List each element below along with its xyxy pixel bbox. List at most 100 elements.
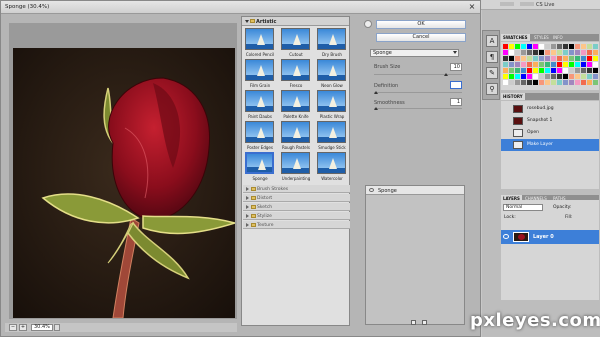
zoom-out-button[interactable]: − xyxy=(9,324,17,331)
color-swatch[interactable] xyxy=(593,80,598,85)
color-swatch[interactable] xyxy=(569,68,574,73)
color-swatch[interactable] xyxy=(527,80,532,85)
color-swatch[interactable] xyxy=(587,50,592,55)
color-swatch[interactable] xyxy=(503,50,508,55)
history-item[interactable]: Open xyxy=(501,127,599,139)
color-swatch[interactable] xyxy=(587,56,592,61)
color-swatch[interactable] xyxy=(563,80,568,85)
color-swatch[interactable] xyxy=(539,74,544,79)
category-artistic[interactable]: Artistic xyxy=(242,17,349,26)
smoothness-field[interactable]: 1 xyxy=(450,98,462,106)
color-swatch[interactable] xyxy=(557,44,562,49)
color-swatch[interactable] xyxy=(581,68,586,73)
color-swatch[interactable] xyxy=(563,62,568,67)
ok-button[interactable]: OK xyxy=(376,20,466,29)
color-swatch[interactable] xyxy=(533,74,538,79)
color-swatch[interactable] xyxy=(557,62,562,67)
color-swatch[interactable] xyxy=(539,56,544,61)
color-swatch[interactable] xyxy=(533,50,538,55)
color-swatch[interactable] xyxy=(569,80,574,85)
smoothness-slider[interactable] xyxy=(374,107,462,110)
preview-canvas[interactable] xyxy=(13,48,235,318)
character-tool-icon[interactable]: A xyxy=(486,35,498,47)
color-swatch[interactable] xyxy=(545,56,550,61)
color-swatch[interactable] xyxy=(521,56,526,61)
color-swatch[interactable] xyxy=(533,68,538,73)
color-swatch[interactable] xyxy=(515,74,520,79)
color-swatch[interactable] xyxy=(593,56,598,61)
slider-knob[interactable] xyxy=(374,107,378,110)
collapse-gallery-button[interactable] xyxy=(364,20,372,28)
menu-item[interactable] xyxy=(500,2,514,6)
filter-thumb[interactable]: Underpainting xyxy=(278,152,314,189)
color-swatch[interactable] xyxy=(545,80,550,85)
color-swatch[interactable] xyxy=(551,80,556,85)
color-swatch[interactable] xyxy=(509,56,514,61)
category-stylize[interactable]: Stylize xyxy=(243,212,350,220)
color-swatch[interactable] xyxy=(551,44,556,49)
history-item[interactable]: rosebud.jpg xyxy=(501,103,599,115)
color-swatch[interactable] xyxy=(551,50,556,55)
color-swatch[interactable] xyxy=(527,74,532,79)
brush-tool-icon[interactable]: ✎ xyxy=(486,67,498,79)
color-swatch[interactable] xyxy=(503,74,508,79)
category-texture[interactable]: Texture xyxy=(243,221,350,229)
color-swatch[interactable] xyxy=(557,80,562,85)
trash-icon[interactable] xyxy=(422,320,427,325)
history-item[interactable]: Snapshot 1 xyxy=(501,115,599,127)
color-swatch[interactable] xyxy=(545,50,550,55)
tab-info[interactable]: INFO xyxy=(551,34,565,41)
close-icon[interactable]: × xyxy=(467,2,477,12)
zoom-field[interactable]: 30.4% xyxy=(31,324,53,331)
color-swatch[interactable] xyxy=(569,50,574,55)
color-swatch[interactable] xyxy=(533,80,538,85)
color-swatch[interactable] xyxy=(581,56,586,61)
color-swatch[interactable] xyxy=(539,50,544,55)
color-swatch[interactable] xyxy=(593,50,598,55)
color-swatch[interactable] xyxy=(551,68,556,73)
color-swatch[interactable] xyxy=(521,74,526,79)
zoom-in-button[interactable]: + xyxy=(19,324,27,331)
color-swatch[interactable] xyxy=(593,68,598,73)
slider-knob[interactable] xyxy=(374,91,378,94)
color-swatch[interactable] xyxy=(575,62,580,67)
color-swatch[interactable] xyxy=(539,80,544,85)
color-swatch[interactable] xyxy=(581,62,586,67)
color-swatch[interactable] xyxy=(545,62,550,67)
category-sketch[interactable]: Sketch xyxy=(243,203,350,211)
color-swatch[interactable] xyxy=(569,44,574,49)
color-swatch[interactable] xyxy=(593,62,598,67)
color-swatch[interactable] xyxy=(587,80,592,85)
color-swatch[interactable] xyxy=(569,62,574,67)
color-swatch[interactable] xyxy=(569,56,574,61)
color-swatch[interactable] xyxy=(545,74,550,79)
color-swatch[interactable] xyxy=(521,50,526,55)
color-swatch[interactable] xyxy=(503,56,508,61)
color-swatch[interactable] xyxy=(545,44,550,49)
tab-styles[interactable]: STYLES xyxy=(532,34,551,41)
cs-live-button[interactable]: CS Live xyxy=(536,1,560,9)
color-swatch[interactable] xyxy=(509,68,514,73)
color-swatch[interactable] xyxy=(563,44,568,49)
color-swatch[interactable] xyxy=(539,44,544,49)
filter-thumb[interactable]: Sponge xyxy=(242,152,278,189)
color-swatch[interactable] xyxy=(509,44,514,49)
color-swatch[interactable] xyxy=(575,68,580,73)
new-effect-layer-icon[interactable] xyxy=(411,320,416,325)
color-swatch[interactable] xyxy=(527,68,532,73)
color-swatch[interactable] xyxy=(515,80,520,85)
color-swatch[interactable] xyxy=(587,68,592,73)
layer-row[interactable]: Layer 0 xyxy=(501,230,599,244)
color-swatch[interactable] xyxy=(503,68,508,73)
color-swatch[interactable] xyxy=(557,50,562,55)
color-swatch[interactable] xyxy=(539,62,544,67)
color-swatch[interactable] xyxy=(563,68,568,73)
color-swatch[interactable] xyxy=(557,74,562,79)
color-swatch[interactable] xyxy=(581,74,586,79)
tab-history[interactable]: HISTORY xyxy=(501,93,525,100)
slider-knob[interactable] xyxy=(444,73,448,76)
color-swatch[interactable] xyxy=(521,68,526,73)
definition-field[interactable] xyxy=(450,81,462,89)
color-swatch[interactable] xyxy=(521,62,526,67)
cancel-button[interactable]: Cancel xyxy=(376,33,466,42)
